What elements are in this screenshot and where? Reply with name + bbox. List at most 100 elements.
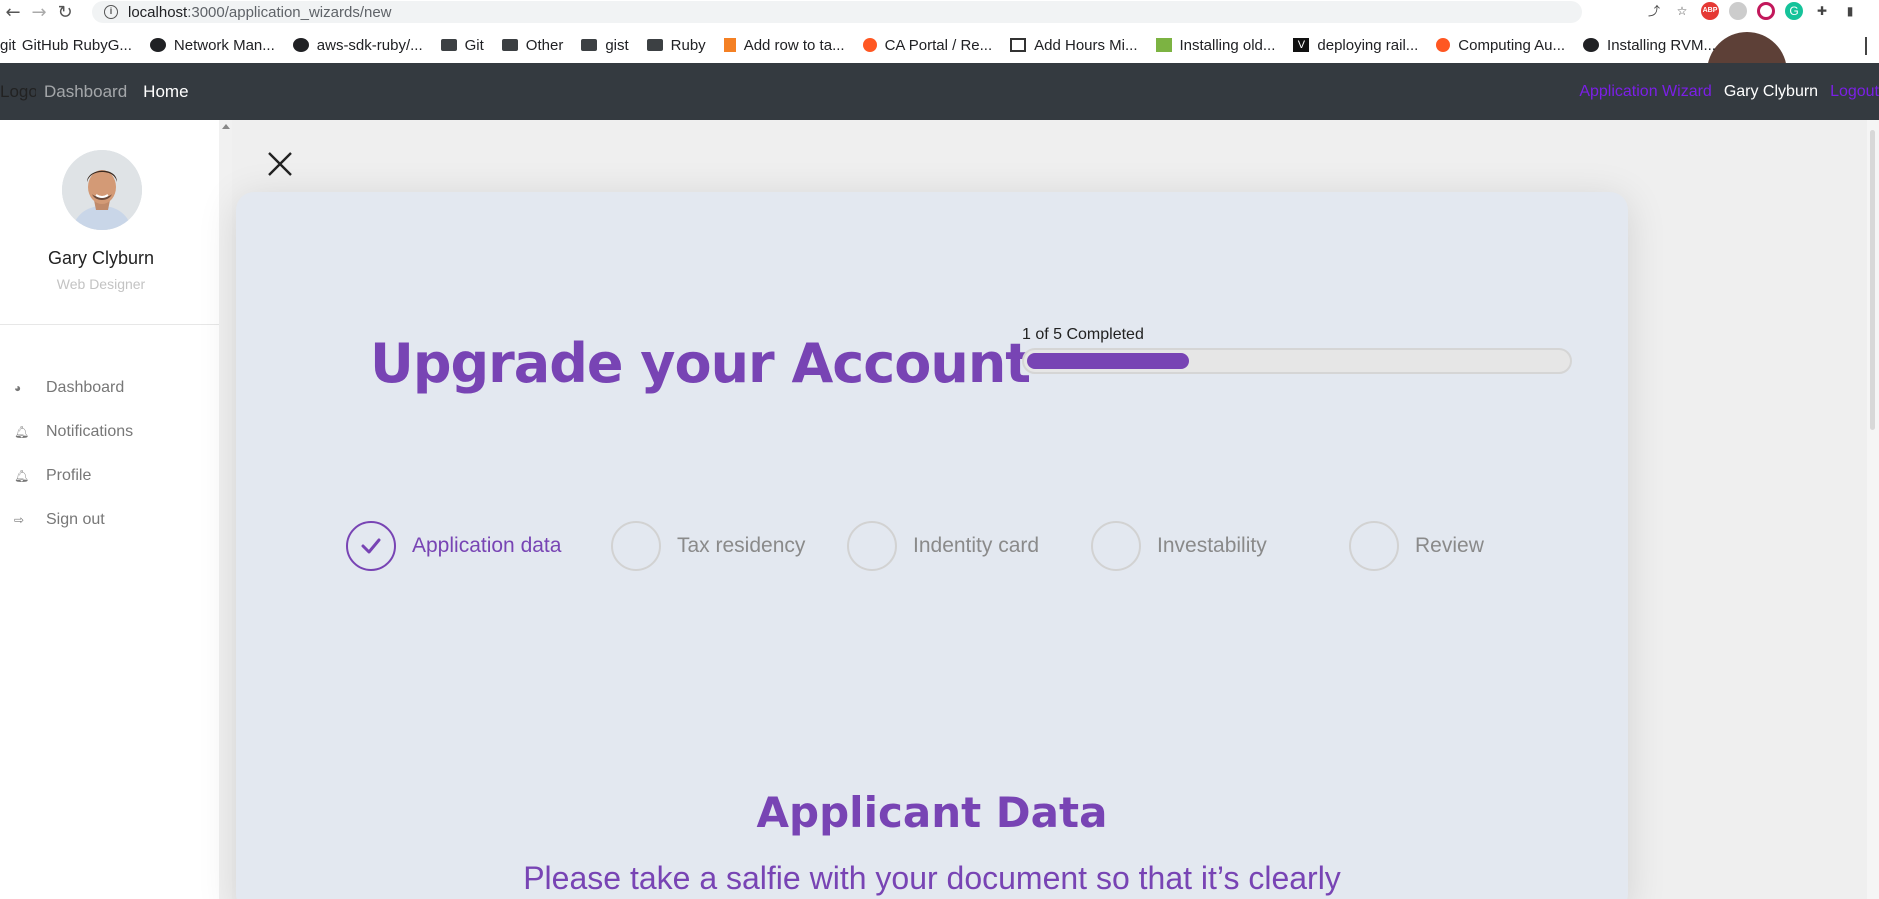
step-circle [346, 521, 396, 571]
bookmark-folder[interactable]: Other [501, 36, 564, 54]
folder-icon [501, 39, 518, 51]
v-icon: V [1293, 38, 1310, 52]
navbar-wizard-link[interactable]: Application Wizard [1579, 83, 1712, 101]
bookmark-label: deploying rail... [1317, 36, 1419, 54]
bookmark-label: Git [464, 36, 484, 54]
scroll-thumb[interactable] [1870, 130, 1875, 430]
share-icon[interactable]: ⤴ [1645, 2, 1663, 20]
section-subtitle: Please take a salfie with your document … [523, 860, 1341, 896]
folder-icon [581, 39, 598, 51]
avatar [62, 150, 142, 230]
folder-icon [646, 39, 663, 51]
back-icon[interactable]: ← [0, 2, 26, 23]
page: ← → ↻ i localhost:3000/application_wizar… [0, 0, 1879, 899]
grammarly-icon[interactable]: G [1785, 2, 1803, 20]
step-application-data[interactable]: Application data [346, 520, 561, 572]
bookmark-label: GitHub RubyG... [21, 36, 132, 54]
sidebar-item-profile[interactable]: 🔔︎ Profile [0, 454, 219, 498]
wizard-title: Upgrade your Account [370, 332, 1031, 395]
bookmark-label: Other [525, 36, 564, 54]
bookmark-label: CA Portal / Re... [884, 36, 993, 54]
bookmark-item[interactable]: Network Man... [149, 36, 275, 54]
folder-icon [440, 39, 457, 51]
url-path: :3000/application_wizards/new [187, 3, 392, 21]
bookmarks-bar: git GitHub RubyG... Network Man... aws-s… [0, 30, 1879, 60]
bookmark-item[interactable]: Add row to ta... [723, 36, 845, 54]
scroll-up-icon[interactable] [222, 124, 230, 129]
bookmark-label: Installing old... [1179, 36, 1276, 54]
navbar-user-link[interactable]: Gary Clyburn [1724, 83, 1818, 101]
bookmark-item[interactable]: aws-sdk-ruby/... [292, 37, 423, 54]
navbar-logout-link[interactable]: Logout [1830, 83, 1879, 101]
ca-icon [862, 38, 877, 52]
bookmark-prefix[interactable]: git [0, 37, 16, 54]
bell-icon: 🔔︎ [14, 425, 30, 439]
bookmark-label: Ruby [670, 36, 706, 54]
bookmark-item[interactable]: Computing Au... [1436, 37, 1565, 54]
step-label: Tax residency [677, 534, 806, 557]
bookmark-item[interactable]: GitHub RubyG... [22, 37, 132, 54]
step-circle [611, 521, 661, 571]
bookmark-label: Computing Au... [1458, 36, 1566, 54]
step-investability[interactable]: Investability [1091, 520, 1267, 572]
bookmark-item[interactable]: Installing RVM... [1583, 37, 1716, 54]
progress-fill [1027, 353, 1189, 369]
star-icon[interactable]: ☆ [1673, 2, 1691, 20]
green-square-icon [1155, 38, 1172, 52]
puzzle-icon[interactable]: ✚ [1813, 2, 1831, 20]
step-review[interactable]: Review [1349, 520, 1484, 572]
bookmark-item[interactable]: Installing old... [1155, 36, 1276, 54]
step-label: Investability [1157, 534, 1267, 557]
sidebar-item-notifications[interactable]: 🔔︎ Notifications [0, 410, 219, 454]
sidebar-divider [0, 324, 219, 325]
section-title: Applicant Data [756, 788, 1108, 837]
sidepanel-icon[interactable]: ▮ [1841, 2, 1859, 20]
bookmark-item[interactable]: Add Hours Mi... [1010, 36, 1138, 54]
sidebar-item-label: Notifications [46, 423, 134, 440]
browser-toolbar: ← → ↻ i localhost:3000/application_wizar… [0, 0, 1879, 112]
bookmark-label: Installing RVM... [1607, 36, 1716, 54]
wizard-steps: Application data Tax residency Indentity… [346, 520, 1546, 572]
reload-icon[interactable]: ↻ [52, 2, 78, 23]
bookmark-label: Add Hours Mi... [1034, 36, 1138, 54]
progress-label: 1 of 5 Completed [1022, 326, 1144, 343]
address-bar[interactable]: i localhost:3000/application_wizards/new [92, 1, 1582, 23]
extension-icon[interactable] [1729, 2, 1747, 20]
calendar-icon [1010, 38, 1027, 52]
bookmark-label: Network Man... [173, 36, 275, 54]
sidebar-item-dashboard[interactable]: ◕ Dashboard [0, 366, 219, 410]
step-identity-card[interactable]: Indentity card [847, 520, 1039, 572]
adblock-icon[interactable]: ABP [1701, 2, 1719, 20]
step-circle [1349, 521, 1399, 571]
sidebar-item-sign-out[interactable]: ⇨ Sign out [0, 498, 219, 542]
navbar-dashboard-link[interactable]: Dashboard [44, 82, 127, 102]
url-host: localhost [128, 3, 188, 21]
bookmark-folder[interactable]: Ruby [646, 36, 706, 54]
sidebar-menu: ◕ Dashboard 🔔︎ Notifications 🔔︎ Profile … [0, 366, 219, 542]
navbar-right: Application Wizard Gary Clyburn Logout [1579, 63, 1879, 120]
sidebar-item-label: Profile [46, 467, 92, 484]
site-info-icon[interactable]: i [104, 5, 118, 19]
pie-chart-icon: ◕ [14, 381, 22, 395]
step-tax-residency[interactable]: Tax residency [611, 520, 805, 572]
bell-icon: 🔔︎ [14, 469, 30, 483]
bookmark-item[interactable]: CA Portal / Re... [862, 36, 993, 54]
github-icon [1583, 38, 1600, 52]
profile-name: Gary Clyburn [47, 248, 155, 268]
sidebar-item-label: Sign out [46, 511, 105, 528]
sidebar-item-label: Dashboard [46, 379, 125, 396]
bookmarks-edge [1865, 37, 1877, 55]
app-navbar: Logo Dashboard Home Application Wizard G… [0, 63, 1879, 120]
forward-icon[interactable]: → [26, 2, 52, 23]
main-scrollbar[interactable] [1867, 120, 1879, 899]
color-picker-icon[interactable] [1757, 2, 1775, 20]
bookmark-folder[interactable]: Git [440, 36, 484, 54]
navbar-home-link[interactable]: Home [143, 82, 188, 102]
bookmark-item[interactable]: Vdeploying rail... [1293, 37, 1418, 54]
close-button[interactable] [264, 148, 296, 180]
bookmark-label: Add row to ta... [743, 36, 845, 54]
sidebar-scrollbar[interactable] [219, 120, 232, 899]
navbar-logo[interactable]: Logo [0, 82, 36, 102]
close-icon [268, 152, 292, 176]
bookmark-folder[interactable]: gist [581, 37, 629, 54]
